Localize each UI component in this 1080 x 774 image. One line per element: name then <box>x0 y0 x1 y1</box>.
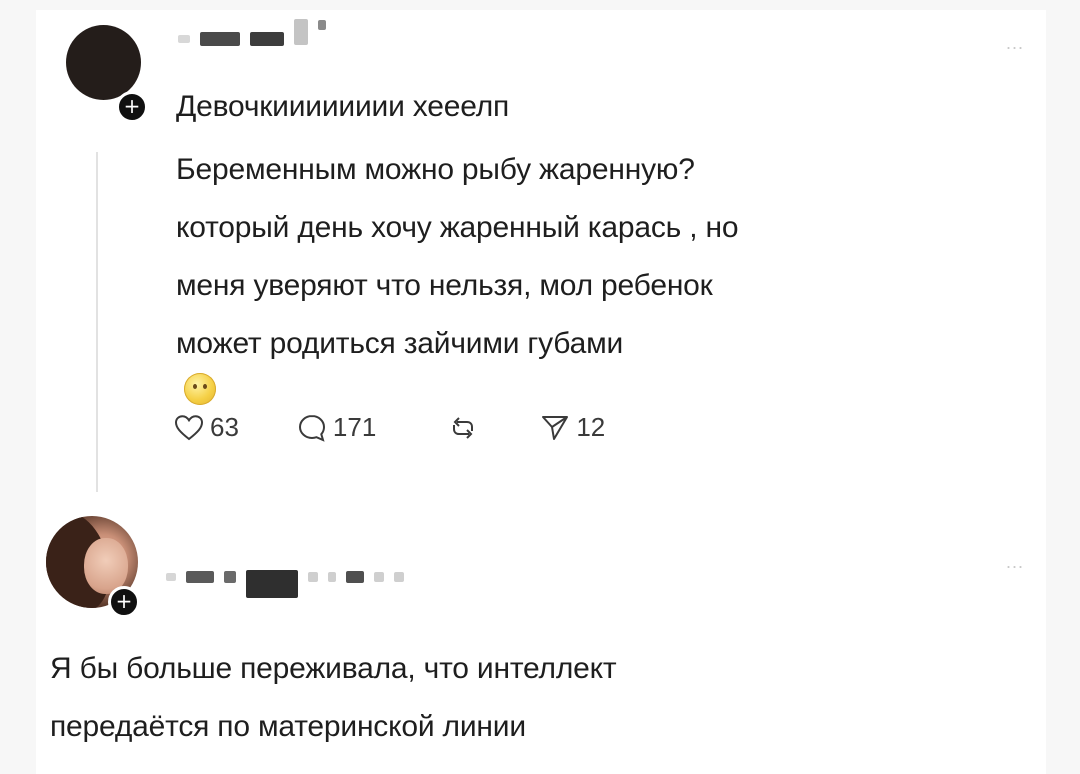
post1-body-line: меня уверяют что нельзя, мол ребенок <box>176 269 713 302</box>
redacted-block <box>374 572 384 582</box>
post1-username-redacted[interactable] <box>178 19 336 46</box>
redacted-block <box>200 32 240 46</box>
post1-body-line-with-emoji: может родиться зайчими губами <box>176 315 996 405</box>
face-holding-back-tears-icon <box>184 373 216 405</box>
post1-follow-plus-icon[interactable]: + <box>116 91 148 123</box>
redacted-block <box>186 571 214 583</box>
post1-more-menu-icon[interactable]: ... <box>1006 34 1024 52</box>
post2-more-menu-icon[interactable]: ... <box>1006 553 1024 571</box>
send-share-icon <box>542 415 569 440</box>
post1-title: Девочкииииииии хееелп <box>176 90 510 123</box>
like-count: 63 <box>210 412 239 442</box>
comment-count: 171 <box>332 412 377 442</box>
post1-avatar[interactable] <box>66 25 141 100</box>
post2-body-line: передаётся по материнской линии <box>50 710 526 743</box>
redacted-block <box>224 571 236 583</box>
redacted-block <box>346 571 364 583</box>
thread-connector-line <box>96 152 98 492</box>
repost-icon <box>453 416 474 439</box>
share-button[interactable]: 12 <box>540 412 605 443</box>
redacted-block <box>166 573 176 581</box>
post1-body-line: который день хочу жаренный карась , но <box>176 211 739 244</box>
post2-username-redacted[interactable] <box>166 556 414 598</box>
redacted-block <box>394 572 404 582</box>
redacted-block <box>308 572 318 582</box>
redacted-block <box>250 32 284 46</box>
post2-follow-plus-icon[interactable]: + <box>108 586 140 618</box>
post1-action-bar: 63 171 12 <box>174 412 605 443</box>
redacted-block <box>246 570 298 598</box>
post1-body-line-text: может родиться зайчими губами <box>176 327 624 360</box>
redacted-block <box>318 20 326 30</box>
comment-bubble-icon <box>298 414 325 442</box>
comment-button[interactable]: 171 <box>297 412 376 443</box>
redacted-block <box>294 19 308 45</box>
post1-body: Беременным можно рыбу жаренную? который … <box>176 141 996 405</box>
redacted-block <box>328 572 336 582</box>
like-button[interactable]: 63 <box>174 412 239 443</box>
redacted-block <box>178 35 190 43</box>
post1-body-line: Беременным можно рыбу жаренную? <box>176 153 695 186</box>
heart-icon <box>174 414 204 440</box>
post2-body-line: Я бы больше переживала, что интеллект <box>50 652 617 685</box>
post2-body: Я бы больше переживала, что интеллект пе… <box>50 640 1010 756</box>
share-count: 12 <box>576 412 606 442</box>
repost-button[interactable] <box>448 413 484 443</box>
